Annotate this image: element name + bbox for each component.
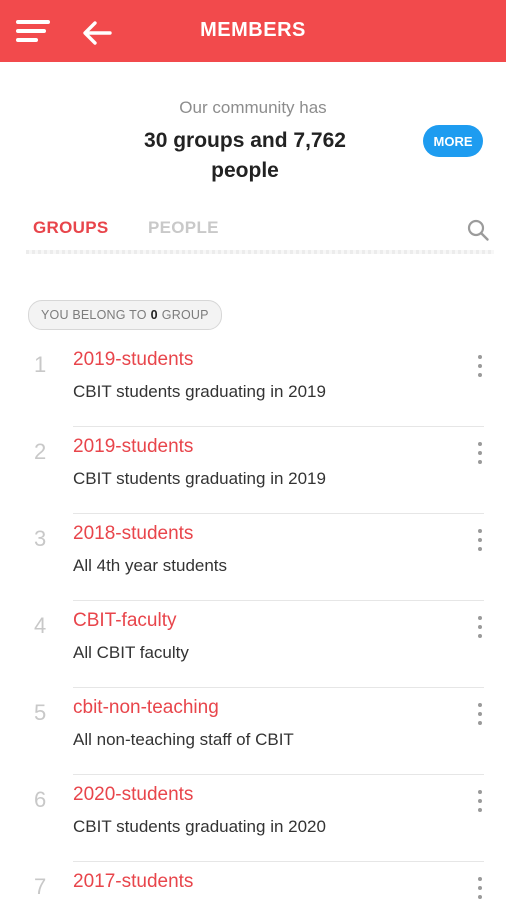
group-description: All 4th year students xyxy=(73,556,228,575)
app-bar: MEMBERS xyxy=(0,0,506,62)
group-description: CBIT students graduating in 2019 xyxy=(73,382,326,401)
group-row[interactable]: 5 cbit-non-teaching All non-teaching sta… xyxy=(0,688,506,775)
tab-divider xyxy=(26,250,494,254)
group-row[interactable]: 1 2019-students CBIT students graduating… xyxy=(0,340,506,427)
membership-badge: YOU BELONG TO 0 GROUP xyxy=(28,300,222,330)
membership-prefix: YOU BELONG TO xyxy=(41,308,147,322)
membership-suffix: GROUP xyxy=(161,308,209,322)
group-name-link[interactable]: 2018-students xyxy=(73,523,193,545)
tab-people[interactable]: PEOPLE xyxy=(148,218,219,238)
group-name-link[interactable]: 2020-students xyxy=(73,784,193,806)
more-vert-icon[interactable] xyxy=(470,787,490,815)
group-name-link[interactable]: 2017-students xyxy=(73,871,193,893)
community-summary-subtitle: Our community has xyxy=(179,98,327,117)
more-vert-icon[interactable] xyxy=(470,526,490,554)
page-title: MEMBERS xyxy=(200,19,306,41)
group-description: CBIT students graduating in 2020 xyxy=(73,817,326,836)
group-name-link[interactable]: 2019-students xyxy=(73,349,193,371)
group-number: 6 xyxy=(34,787,47,812)
group-number: 1 xyxy=(34,352,47,377)
group-name-link[interactable]: CBIT-faculty xyxy=(73,610,176,632)
more-vert-icon[interactable] xyxy=(470,874,490,902)
group-description: CBIT students graduating in 2019 xyxy=(73,469,326,488)
group-number: 5 xyxy=(34,700,47,725)
membership-count: 0 xyxy=(150,308,158,322)
group-description: All CBIT faculty xyxy=(73,643,189,662)
more-button[interactable]: MORE xyxy=(423,125,483,157)
tab-groups[interactable]: GROUPS xyxy=(33,218,108,238)
more-vert-icon[interactable] xyxy=(470,613,490,641)
group-row[interactable]: 2 2019-students CBIT students graduating… xyxy=(0,427,506,514)
group-row[interactable]: 6 2020-students CBIT students graduating… xyxy=(0,775,506,862)
group-row[interactable]: 3 2018-students All 4th year students xyxy=(0,514,506,601)
group-row[interactable]: 7 2017-students xyxy=(0,862,506,900)
group-name-link[interactable]: cbit-non-teaching xyxy=(73,697,219,719)
search-icon[interactable] xyxy=(466,218,490,242)
group-number: 2 xyxy=(34,439,47,464)
more-vert-icon[interactable] xyxy=(470,439,490,467)
group-row[interactable]: 4 CBIT-faculty All CBIT faculty xyxy=(0,601,506,688)
group-name-link[interactable]: 2019-students xyxy=(73,436,193,458)
group-number: 7 xyxy=(34,874,47,899)
more-vert-icon[interactable] xyxy=(470,352,490,380)
community-summary-headline: 30 groups and 7,762 people xyxy=(144,129,346,182)
group-number: 4 xyxy=(34,613,47,638)
group-description: All non-teaching staff of CBIT xyxy=(73,730,294,749)
more-vert-icon[interactable] xyxy=(470,700,490,728)
group-number: 3 xyxy=(34,526,47,551)
